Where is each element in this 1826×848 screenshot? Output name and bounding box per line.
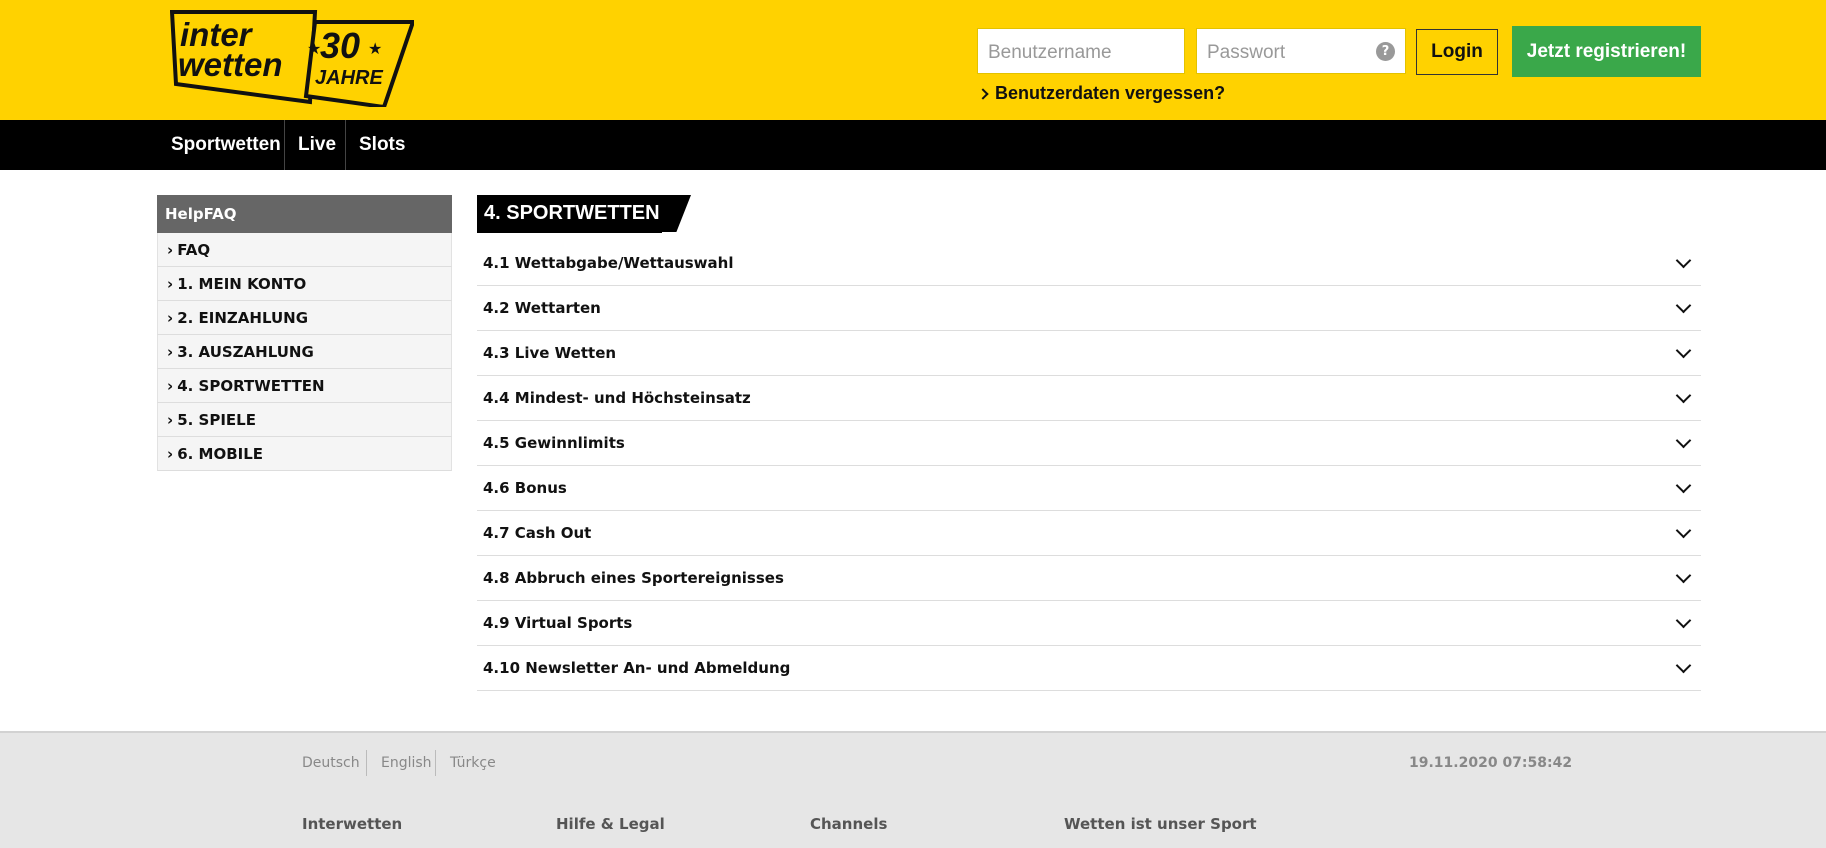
chevron-right-icon: › bbox=[167, 308, 174, 327]
faq-content: 4. SPORTWETTEN 4.1 Wettabgabe/Wettauswah… bbox=[477, 195, 1701, 691]
svg-text:★: ★ bbox=[368, 41, 382, 58]
faq-item[interactable]: 4.2 Wettarten bbox=[477, 286, 1701, 331]
chevron-right-icon bbox=[977, 87, 989, 100]
section-title: 4. SPORTWETTEN bbox=[477, 195, 691, 233]
footer-heading-channels: Channels bbox=[810, 815, 888, 833]
chevron-down-icon bbox=[1675, 342, 1692, 358]
sidebar-item-faq[interactable]: › FAQ bbox=[157, 233, 452, 267]
server-timestamp: 19.11.2020 07:58:42 bbox=[1409, 755, 1573, 771]
chevron-down-icon bbox=[1675, 432, 1692, 448]
chevron-down-icon bbox=[1675, 477, 1692, 493]
chevron-right-icon: › bbox=[167, 376, 174, 395]
sidebar-item-label: 2. EINZAHLUNG bbox=[177, 308, 309, 327]
main-nav: Sportwetten Live Slots bbox=[0, 120, 1826, 170]
svg-text:JAHRE: JAHRE bbox=[315, 67, 383, 89]
language-divider bbox=[435, 750, 436, 776]
section-title-text: 4. SPORTWETTEN bbox=[484, 202, 660, 224]
faq-item[interactable]: 4.1 Wettabgabe/Wettauswahl bbox=[477, 241, 1701, 286]
sidebar-item-label: 1. MEIN KONTO bbox=[177, 274, 307, 293]
footer-heading-interwetten: Interwetten bbox=[302, 815, 403, 833]
faq-item-label: 4.3 Live Wetten bbox=[483, 344, 617, 362]
sidebar-title: HelpFAQ bbox=[157, 195, 452, 233]
forgot-credentials-link[interactable]: Benutzerdaten vergessen? bbox=[977, 83, 1226, 104]
forgot-credentials-label: Benutzerdaten vergessen? bbox=[995, 83, 1226, 103]
language-divider bbox=[366, 750, 367, 776]
question-circle-icon[interactable]: ? bbox=[1376, 42, 1395, 61]
svg-text:30: 30 bbox=[320, 25, 360, 66]
sidebar-item-auszahlung[interactable]: › 3. AUSZAHLUNG bbox=[157, 335, 452, 369]
faq-item[interactable]: 4.7 Cash Out bbox=[477, 511, 1701, 556]
faq-item-label: 4.10 Newsletter An- und Abmeldung bbox=[483, 659, 791, 677]
sidebar-item-spiele[interactable]: › 5. SPIELE bbox=[157, 403, 452, 437]
sidebar-item-label: FAQ bbox=[177, 240, 211, 259]
chevron-down-icon bbox=[1675, 252, 1692, 268]
username-input[interactable]: Benutzername bbox=[977, 28, 1185, 74]
sidebar-item-sportwetten[interactable]: › 4. SPORTWETTEN bbox=[157, 369, 452, 403]
faq-item-label: 4.9 Virtual Sports bbox=[483, 614, 633, 632]
sidebar-item-einzahlung[interactable]: › 2. EINZAHLUNG bbox=[157, 301, 452, 335]
login-button[interactable]: Login bbox=[1416, 29, 1498, 75]
username-placeholder: Benutzername bbox=[988, 42, 1112, 63]
nav-divider bbox=[345, 120, 346, 170]
faq-item[interactable]: 4.10 Newsletter An- und Abmeldung bbox=[477, 646, 1701, 691]
svg-text:wetten: wetten bbox=[178, 46, 283, 83]
sidebar-item-label: 3. AUSZAHLUNG bbox=[177, 342, 314, 361]
chevron-right-icon: › bbox=[167, 274, 174, 293]
footer-heading-hilfe-legal: Hilfe & Legal bbox=[556, 815, 665, 833]
footer-heading-wetten-ist-unser-sport: Wetten ist unser Sport bbox=[1064, 815, 1257, 833]
faq-item[interactable]: 4.8 Abbruch eines Sportereignisses bbox=[477, 556, 1701, 601]
faq-item[interactable]: 4.3 Live Wetten bbox=[477, 331, 1701, 376]
chevron-right-icon: › bbox=[167, 240, 174, 259]
faq-item-label: 4.4 Mindest- und Höchsteinsatz bbox=[483, 389, 751, 407]
chevron-down-icon bbox=[1675, 387, 1692, 403]
faq-item-label: 4.5 Gewinnlimits bbox=[483, 434, 625, 452]
faq-item-label: 4.1 Wettabgabe/Wettauswahl bbox=[483, 254, 734, 272]
faq-item[interactable]: 4.5 Gewinnlimits bbox=[477, 421, 1701, 466]
site-footer: Deutsch English Türkçe 19.11.2020 07:58:… bbox=[0, 731, 1826, 848]
password-placeholder: Passwort bbox=[1207, 42, 1286, 63]
sidebar-item-mobile[interactable]: › 6. MOBILE bbox=[157, 437, 452, 471]
faq-item-label: 4.8 Abbruch eines Sportereignisses bbox=[483, 569, 784, 587]
password-input[interactable]: Passwort ? bbox=[1196, 28, 1406, 74]
faq-list: 4.1 Wettabgabe/Wettauswahl 4.2 Wettarten… bbox=[477, 241, 1701, 691]
chevron-down-icon bbox=[1675, 612, 1692, 628]
language-link-english[interactable]: English bbox=[381, 755, 432, 771]
chevron-down-icon bbox=[1675, 522, 1692, 538]
faq-item-label: 4.2 Wettarten bbox=[483, 299, 601, 317]
faq-item[interactable]: 4.4 Mindest- und Höchsteinsatz bbox=[477, 376, 1701, 421]
faq-item-label: 4.6 Bonus bbox=[483, 479, 567, 497]
chevron-right-icon: › bbox=[167, 342, 174, 361]
chevron-down-icon bbox=[1675, 657, 1692, 673]
site-header: inter wetten ★ 30 ★ JAHRE Benutzername P… bbox=[0, 0, 1826, 120]
sidebar-item-label: 6. MOBILE bbox=[177, 444, 264, 463]
help-sidebar: HelpFAQ › FAQ › 1. MEIN KONTO › 2. EINZAHLU… bbox=[157, 195, 452, 471]
sidebar-item-mein-konto[interactable]: › 1. MEIN KONTO bbox=[157, 267, 452, 301]
chevron-down-icon bbox=[1675, 297, 1692, 313]
nav-item-slots[interactable]: Slots bbox=[359, 120, 405, 170]
nav-item-sportwetten[interactable]: Sportwetten bbox=[171, 120, 281, 170]
faq-item[interactable]: 4.6 Bonus bbox=[477, 466, 1701, 511]
nav-item-live[interactable]: Live bbox=[298, 120, 336, 170]
faq-item-label: 4.7 Cash Out bbox=[483, 524, 592, 542]
register-button[interactable]: Jetzt registrieren! bbox=[1512, 26, 1701, 77]
sidebar-item-label: 4. SPORTWETTEN bbox=[177, 376, 325, 395]
interwetten-30-jahre-logo[interactable]: inter wetten ★ 30 ★ JAHRE bbox=[170, 10, 414, 107]
sidebar-item-label: 5. SPIELE bbox=[177, 410, 256, 429]
language-link-deutsch[interactable]: Deutsch bbox=[302, 755, 360, 771]
language-link-turkce[interactable]: Türkçe bbox=[450, 755, 496, 771]
chevron-right-icon: › bbox=[167, 444, 174, 463]
nav-divider bbox=[284, 120, 285, 170]
faq-item[interactable]: 4.9 Virtual Sports bbox=[477, 601, 1701, 646]
chevron-right-icon: › bbox=[167, 410, 174, 429]
chevron-down-icon bbox=[1675, 567, 1692, 583]
